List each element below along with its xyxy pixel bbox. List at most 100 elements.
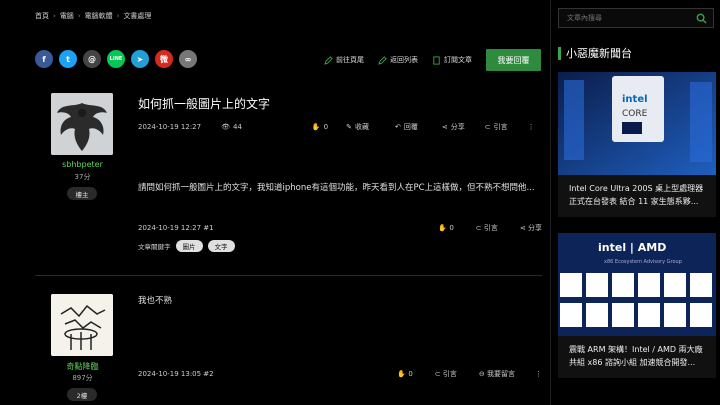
news-image: intel CORE [558, 72, 716, 175]
news-image: intel | AMD x86 Ecosystem Advisory Group [558, 233, 716, 336]
quote-label: 引言 [493, 123, 508, 131]
pen-icon [324, 55, 333, 65]
title-accent-bar [558, 46, 561, 60]
collect-button[interactable]: ✎ 收藏 [346, 122, 369, 132]
share-icon: ⋖ [519, 224, 526, 232]
avatar[interactable] [51, 93, 113, 155]
view-count: 👁 44 [221, 123, 242, 131]
user-score: 37分 [74, 173, 91, 181]
post-body: 我也不熟 [138, 296, 173, 306]
breadcrumb-home[interactable]: 首頁 [35, 11, 49, 21]
post-footer: 2024-10-19 13:05 #2 ✋ 0 ⊂ 引言 ⊖ 我要留言 ⋮ [138, 369, 542, 379]
subscribe-button[interactable]: 訂閱文章 [432, 55, 472, 65]
reply-icon: ↶ [394, 123, 401, 131]
twitter-icon[interactable]: t [59, 50, 77, 68]
line-icon[interactable]: LINE [107, 50, 125, 68]
breadcrumb-computer[interactable]: 電腦 [60, 11, 74, 21]
collect-label: 收藏 [354, 123, 369, 131]
social-share-bar: f t @ LINE ➤ 微 ∞ [35, 50, 197, 68]
footer-quote-label: 引言 [442, 370, 457, 378]
news-caption: 震戰 ARM 架構！Intel / AMD 兩大廠共組 x86 諮詢小組 加速競… [569, 345, 703, 367]
sidebar: 文章內搜尋 小惡魔新聞台 intel CORE Intel Core Ultra… [558, 0, 720, 405]
footer-share-button[interactable]: ⋖ 分享 [520, 223, 542, 233]
column-divider [550, 0, 551, 405]
footer-like-count: 0 [408, 370, 413, 378]
avatar[interactable] [51, 294, 113, 356]
sketch-avatar-image [51, 294, 113, 356]
more-options-icon[interactable]: ⋮ [535, 370, 542, 378]
telegram-icon[interactable]: ➤ [131, 50, 149, 68]
news-card[interactable]: intel CORE Intel Core Ultra 200S 桌上型處理器正… [558, 72, 716, 217]
leave-comment-label: 我要留言 [487, 370, 515, 378]
breadcrumb-separator: › [116, 12, 120, 20]
leave-comment-button[interactable]: ⊖ 我要留言 [479, 369, 515, 379]
eye-icon: 👁 [221, 123, 230, 131]
footer-quote-button[interactable]: ⊂ 引言 [476, 223, 498, 233]
bookmark-icon: ✎ [346, 123, 352, 131]
news-section-title: 小惡魔新聞台 [558, 45, 632, 61]
link-icon: ⊂ [434, 370, 441, 378]
hand-icon: ✋ [438, 224, 448, 232]
share-button[interactable]: ⋖ 分享 [442, 122, 465, 132]
news-section-label: 小惡魔新聞台 [566, 47, 632, 60]
svg-text:intel: intel [622, 94, 648, 105]
weibo-icon[interactable]: 微 [155, 50, 173, 68]
back-to-list-label: 返回列表 [390, 56, 418, 64]
footer-like-count: 0 [449, 224, 454, 232]
reply-label: 回覆 [403, 123, 418, 131]
share-icon: ⋖ [441, 123, 448, 131]
more-options-icon[interactable]: ⋮ [528, 123, 535, 131]
tag[interactable]: 圖片 [175, 240, 203, 252]
document-icon [433, 55, 440, 65]
breadcrumb-separator: › [53, 12, 56, 20]
post-body: 請問如何抓一般圖片上的文字，我知道iphone有這個功能，昨天看到人在PC上這樣… [138, 183, 535, 193]
author-badge: 樓主 [67, 187, 97, 200]
goto-footer-button[interactable]: 前往頁尾 [324, 55, 364, 65]
footer-like-button[interactable]: ✋ 0 [438, 224, 453, 232]
facebook-icon[interactable]: f [35, 50, 53, 68]
footer-quote-button[interactable]: ⊂ 引言 [435, 369, 457, 379]
floor-badge: 2樓 [67, 388, 97, 401]
tags-row: 文章關鍵字 圖片 文字 [138, 240, 235, 252]
news-card[interactable]: intel | AMD x86 Ecosystem Advisory Group… [558, 233, 716, 378]
reply-button[interactable]: 我要回覆 [486, 49, 541, 71]
username[interactable]: 奇點降臨 [35, 361, 130, 372]
username[interactable]: sbhbpeter [35, 160, 130, 169]
search-input[interactable]: 文章內搜尋 [558, 8, 714, 28]
thread-title: 如何抓一般圖片上的文字 [138, 97, 271, 111]
footer-share-label: 分享 [528, 224, 542, 232]
goto-footer-label: 前往頁尾 [336, 56, 364, 64]
reply-post-button[interactable]: ↶ 回覆 [395, 122, 418, 132]
link-icon: ⊂ [484, 123, 491, 131]
tag[interactable]: 文字 [207, 240, 235, 252]
post-2: 奇點降臨 897分 2樓 我也不熟 2024-10-19 13:05 #2 ✋ … [35, 290, 542, 405]
hand-icon: ✋ [397, 370, 407, 378]
svg-text:x86 Ecosystem Advisory Group: x86 Ecosystem Advisory Group [604, 259, 682, 265]
post-date: 2024-10-19 12:27 [138, 123, 202, 131]
svg-text:CORE: CORE [622, 109, 648, 119]
breadcrumb-office[interactable]: 文書處理 [123, 11, 151, 21]
search-placeholder: 文章內搜尋 [567, 14, 602, 22]
post-1: sbhbpeter 37分 樓主 如何抓一般圖片上的文字 2024-10-19 … [35, 90, 542, 276]
hand-icon: ✋ [311, 123, 321, 131]
post-footer-date: 2024-10-19 13:05 #2 [138, 370, 214, 378]
post-footer-date: 2024-10-19 12:27 #1 [138, 224, 214, 232]
post-footer: 2024-10-19 12:27 #1 ✋ 0 ⊂ 引言 ⋖ 分享 [138, 223, 542, 233]
crow-avatar-image [51, 93, 113, 155]
breadcrumb-software[interactable]: 電腦軟體 [85, 11, 113, 21]
user-score: 897分 [72, 374, 93, 382]
footer-like-button[interactable]: ✋ 0 [397, 370, 412, 378]
news-caption: Intel Core Ultra 200S 桌上型處理器正式在台發表 結合 11… [569, 184, 704, 206]
search-icon[interactable] [696, 13, 707, 24]
quote-button[interactable]: ⊂ 引言 [485, 122, 508, 132]
threads-icon[interactable]: @ [83, 50, 101, 68]
link-icon: ⊂ [475, 224, 482, 232]
comment-icon: ⊖ [478, 370, 485, 378]
svg-text:intel | AMD: intel | AMD [598, 241, 666, 254]
link-icon[interactable]: ∞ [179, 50, 197, 68]
back-to-list-button[interactable]: 返回列表 [378, 55, 418, 65]
share-label: 分享 [450, 123, 465, 131]
subscribe-label: 訂閱文章 [444, 56, 472, 64]
like-button[interactable]: ✋ 0 [312, 123, 328, 131]
footer-quote-label: 引言 [483, 224, 498, 232]
